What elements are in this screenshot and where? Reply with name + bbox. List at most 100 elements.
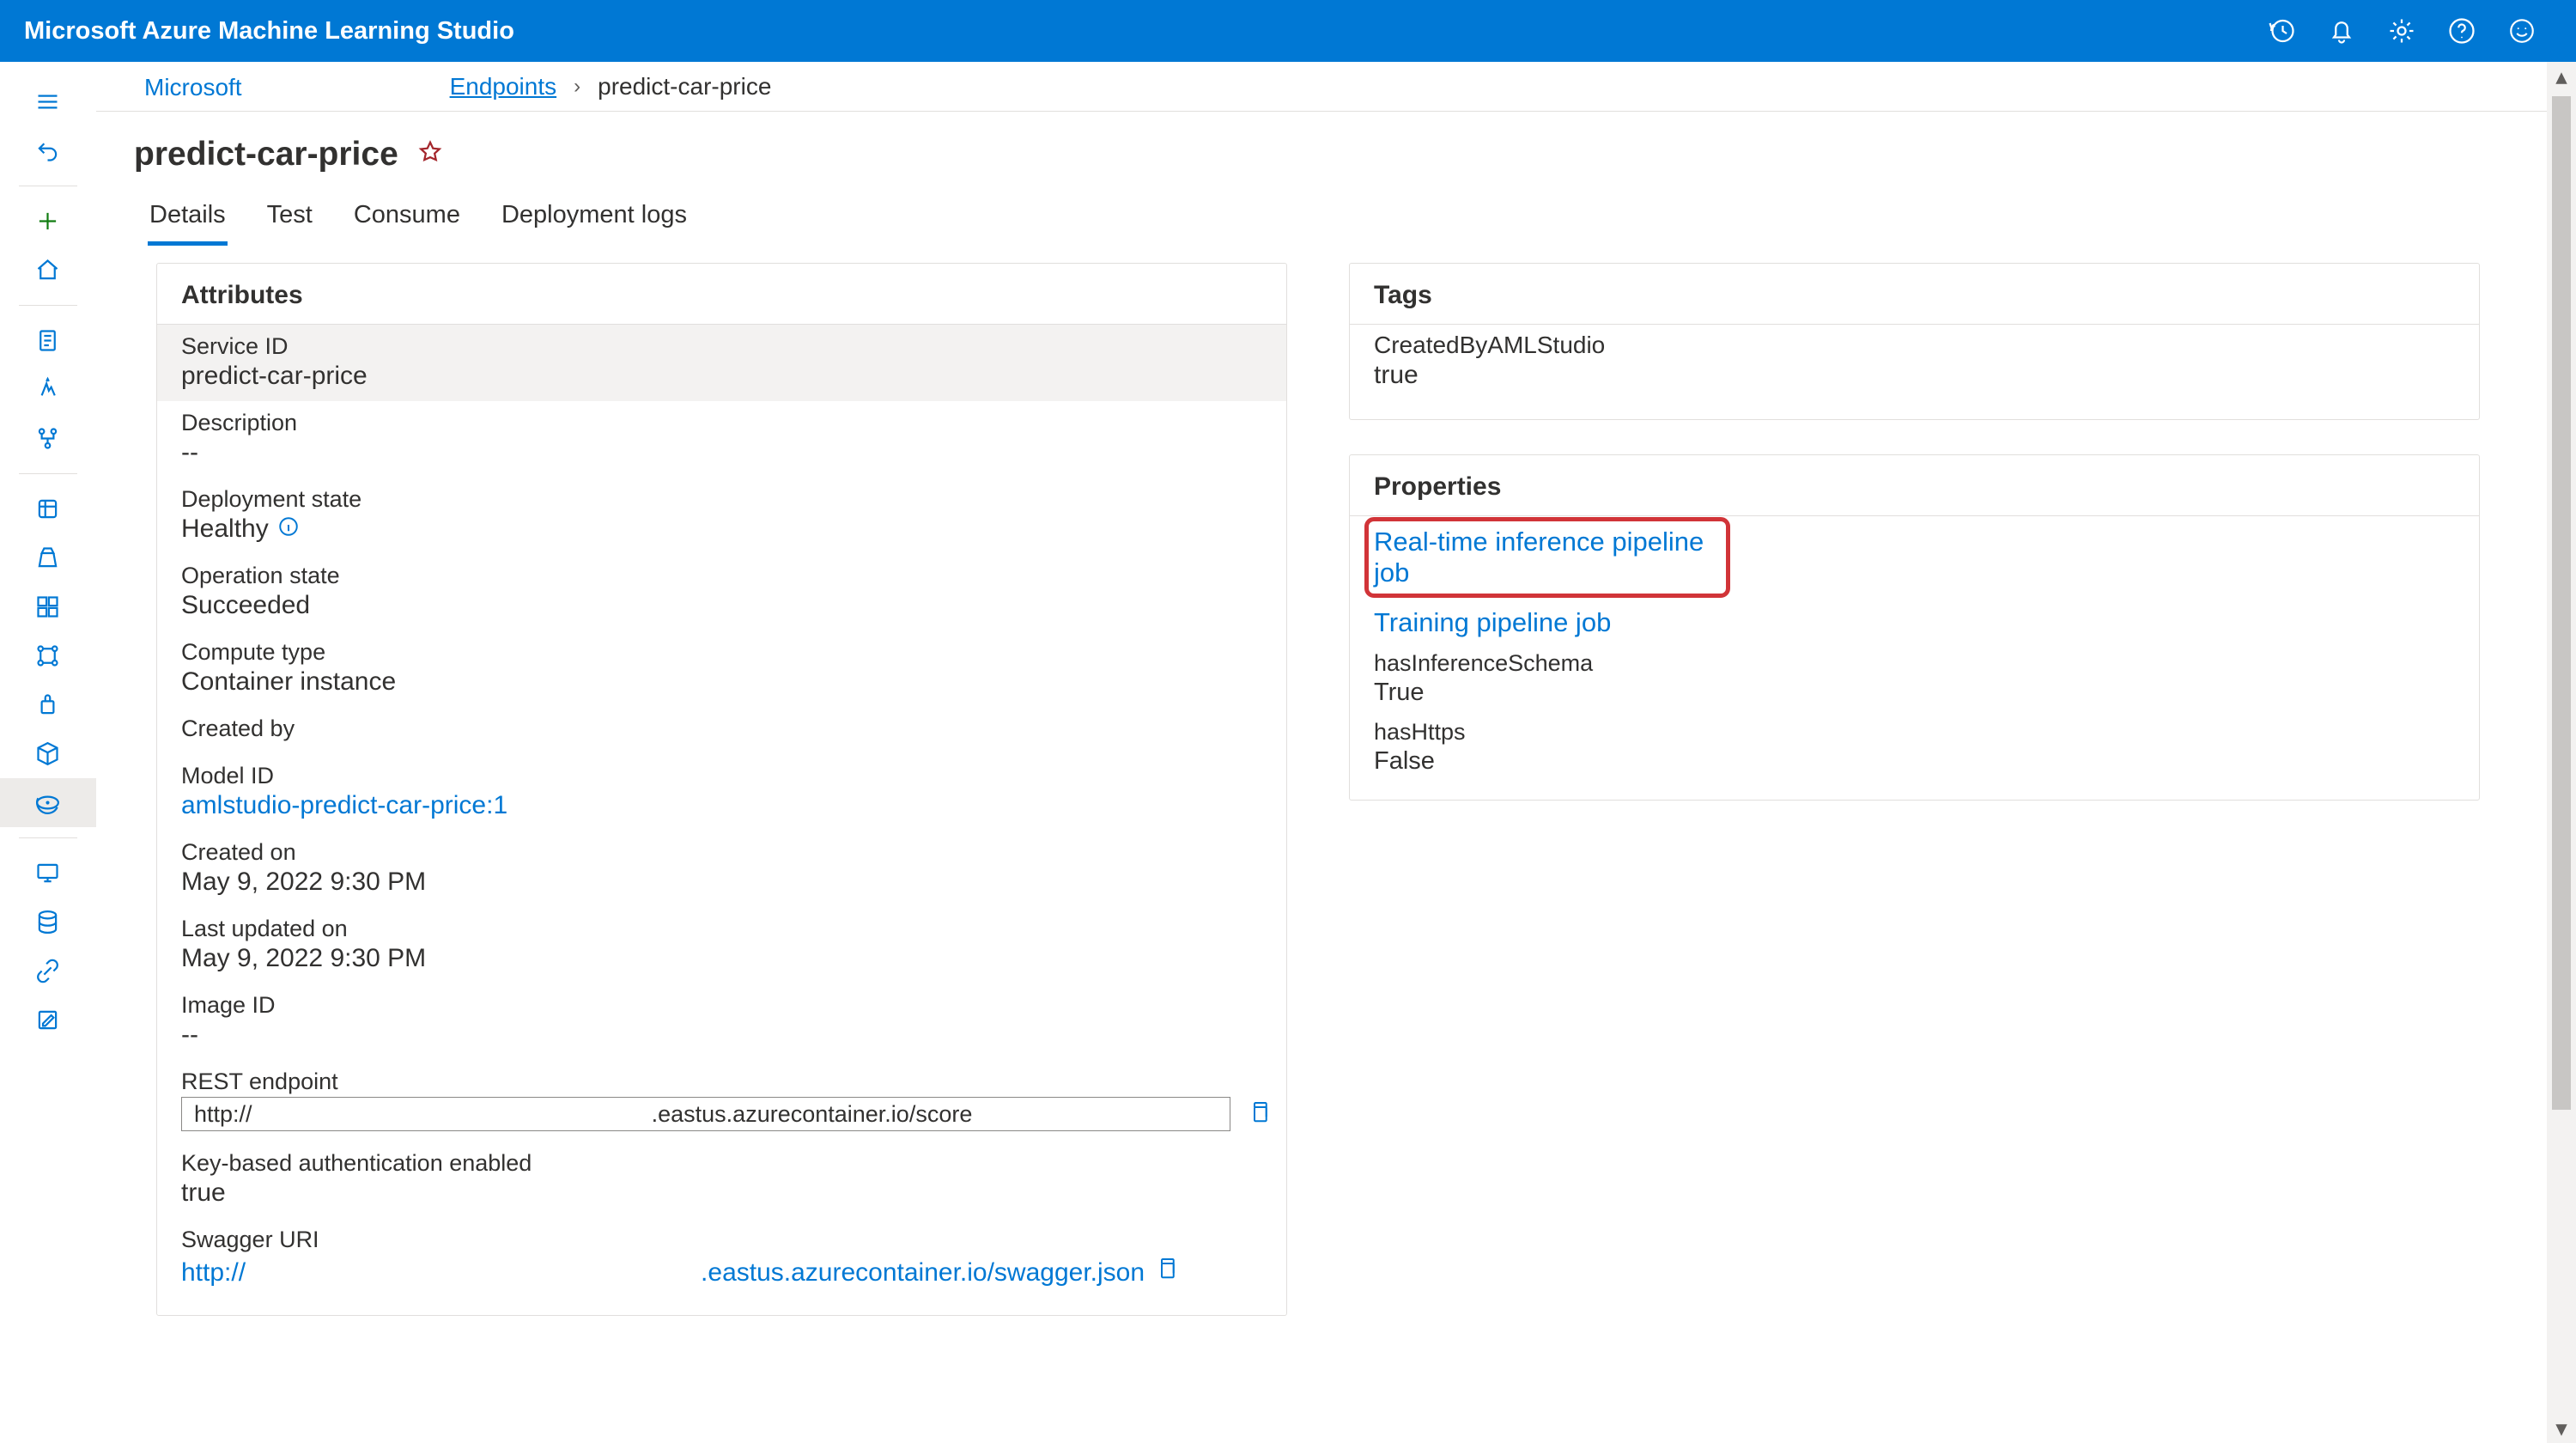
attr-value: Healthy	[181, 514, 300, 544]
swagger-link-seg1[interactable]: http://	[181, 1258, 246, 1288]
breadcrumb-endpoints[interactable]: Endpoints	[450, 73, 557, 100]
attr-value: --	[181, 438, 1262, 467]
tab-test[interactable]: Test	[265, 201, 314, 246]
attr-value: true	[181, 1178, 1262, 1208]
favorite-star-icon[interactable]	[417, 139, 443, 171]
info-icon[interactable]	[277, 514, 300, 544]
attr-image-id: Image ID --	[157, 983, 1286, 1060]
scroll-up-icon[interactable]: ▴	[2547, 62, 2576, 91]
endpoints-icon[interactable]	[0, 778, 96, 827]
data-icon[interactable]	[0, 484, 96, 533]
page-title: predict-car-price	[134, 136, 398, 174]
bell-icon[interactable]	[2312, 0, 2372, 62]
attr-swagger-uri: Swagger URI http:// .eastus.azurecontain…	[157, 1218, 1286, 1298]
attributes-title: Attributes	[157, 264, 1286, 325]
scroll-down-icon[interactable]: ▾	[2547, 1414, 2576, 1443]
attr-label: Created on	[181, 839, 1262, 866]
scroll-thumb[interactable]	[2552, 96, 2571, 1110]
prop-link-training[interactable]: Training pipeline job	[1350, 600, 2479, 645]
prop-row: hasHttps False	[1350, 714, 2479, 782]
tag-row: CreatedByAMLStudio true	[1350, 325, 2479, 402]
prop-value: True	[1374, 679, 2455, 707]
linked-services-icon[interactable]	[0, 947, 96, 995]
tag-value: true	[1374, 361, 2455, 390]
attr-value: Succeeded	[181, 591, 1262, 620]
tab-deployment-logs[interactable]: Deployment logs	[500, 201, 689, 246]
environments-icon[interactable]	[0, 680, 96, 729]
attr-label: Last updated on	[181, 916, 1262, 942]
attr-label: Operation state	[181, 563, 1262, 589]
main: Microsoft Endpoints › predict-car-price …	[96, 62, 2576, 1443]
gear-icon[interactable]	[2372, 0, 2432, 62]
attr-value: May 9, 2022 9:30 PM	[181, 944, 1262, 973]
attr-label: Description	[181, 410, 1262, 436]
attr-value: Container instance	[181, 667, 1262, 697]
plus-icon[interactable]	[0, 197, 96, 246]
tag-key: CreatedByAMLStudio	[1374, 332, 2455, 359]
attr-model-id: Model ID amlstudio-predict-car-price:1	[157, 754, 1286, 831]
datastores-icon[interactable]	[0, 898, 96, 947]
model-id-link[interactable]: amlstudio-predict-car-price:1	[181, 791, 507, 819]
attr-key-auth: Key-based authentication enabled true	[157, 1142, 1286, 1218]
deployment-state-value: Healthy	[181, 514, 269, 544]
labeling-icon[interactable]	[0, 995, 96, 1044]
menu-icon[interactable]	[0, 77, 96, 126]
attr-compute-type: Compute type Container instance	[157, 630, 1286, 707]
workspace-label: Microsoft	[144, 74, 242, 101]
attr-label: Image ID	[181, 992, 1262, 1019]
copy-icon[interactable]	[1153, 1255, 1179, 1288]
tags-title: Tags	[1350, 264, 2479, 325]
workspace-tab[interactable]: Microsoft	[134, 62, 268, 112]
help-icon[interactable]	[2432, 0, 2492, 62]
tab-details[interactable]: Details	[148, 201, 228, 246]
undo-icon[interactable]	[0, 126, 96, 175]
attr-created-on: Created on May 9, 2022 9:30 PM	[157, 831, 1286, 907]
attr-value: May 9, 2022 9:30 PM	[181, 868, 1262, 897]
topbar: Microsoft Azure Machine Learning Studio	[0, 0, 2576, 62]
prop-key: hasInferenceSchema	[1374, 650, 2455, 677]
attr-value: --	[181, 1020, 1262, 1050]
attr-label: Key-based authentication enabled	[181, 1150, 1262, 1177]
attr-description: Description --	[157, 401, 1286, 478]
properties-panel: Properties Real-time inference pipeline …	[1349, 454, 2480, 801]
attr-last-updated-on: Last updated on May 9, 2022 9:30 PM	[157, 907, 1286, 983]
history-icon[interactable]	[2251, 0, 2312, 62]
tab-consume[interactable]: Consume	[352, 201, 462, 246]
attr-label: Created by	[181, 715, 1262, 742]
vertical-scrollbar[interactable]: ▴ ▾	[2547, 62, 2576, 1443]
attr-label: Swagger URI	[181, 1227, 1262, 1253]
prop-value: False	[1374, 747, 2455, 776]
properties-title: Properties	[1350, 455, 2479, 516]
attr-service-id: Service ID predict-car-price	[157, 325, 1286, 401]
attr-label: Model ID	[181, 763, 1262, 789]
prop-link-realtime[interactable]: Real-time inference pipeline job	[1367, 520, 1728, 595]
attr-created-by: Created by	[157, 707, 1286, 754]
attr-deployment-state: Deployment state Healthy	[157, 478, 1286, 554]
jobs-icon[interactable]	[0, 533, 96, 582]
attr-operation-state: Operation state Succeeded	[157, 554, 1286, 630]
prop-row: hasInferenceSchema True	[1350, 645, 2479, 714]
compute-icon[interactable]	[0, 849, 96, 898]
attr-label: Service ID	[181, 333, 1262, 360]
tags-panel: Tags CreatedByAMLStudio true	[1349, 263, 2480, 420]
left-nav	[0, 62, 96, 1443]
attr-label: Deployment state	[181, 486, 1262, 513]
tabs: Details Test Consume Deployment logs	[96, 174, 2576, 246]
chevron-right-icon: ›	[574, 75, 580, 99]
attributes-panel: Attributes Service ID predict-car-price …	[156, 263, 1287, 1316]
pipelines-icon[interactable]	[0, 631, 96, 680]
automl-icon[interactable]	[0, 365, 96, 414]
swagger-link-seg2[interactable]: .eastus.azurecontainer.io/swagger.json	[701, 1258, 1145, 1288]
breadcrumb: Microsoft Endpoints › predict-car-price	[96, 62, 2576, 112]
prop-key: hasHttps	[1374, 719, 2455, 746]
rest-endpoint-input[interactable]	[181, 1097, 1230, 1131]
models-icon[interactable]	[0, 729, 96, 778]
designer-icon[interactable]	[0, 414, 96, 463]
smile-icon[interactable]	[2492, 0, 2552, 62]
copy-icon[interactable]	[1246, 1099, 1272, 1130]
notebook-icon[interactable]	[0, 316, 96, 365]
attr-value: predict-car-price	[181, 362, 1262, 391]
components-icon[interactable]	[0, 582, 96, 631]
home-icon[interactable]	[0, 246, 96, 295]
app-title: Microsoft Azure Machine Learning Studio	[24, 17, 514, 46]
